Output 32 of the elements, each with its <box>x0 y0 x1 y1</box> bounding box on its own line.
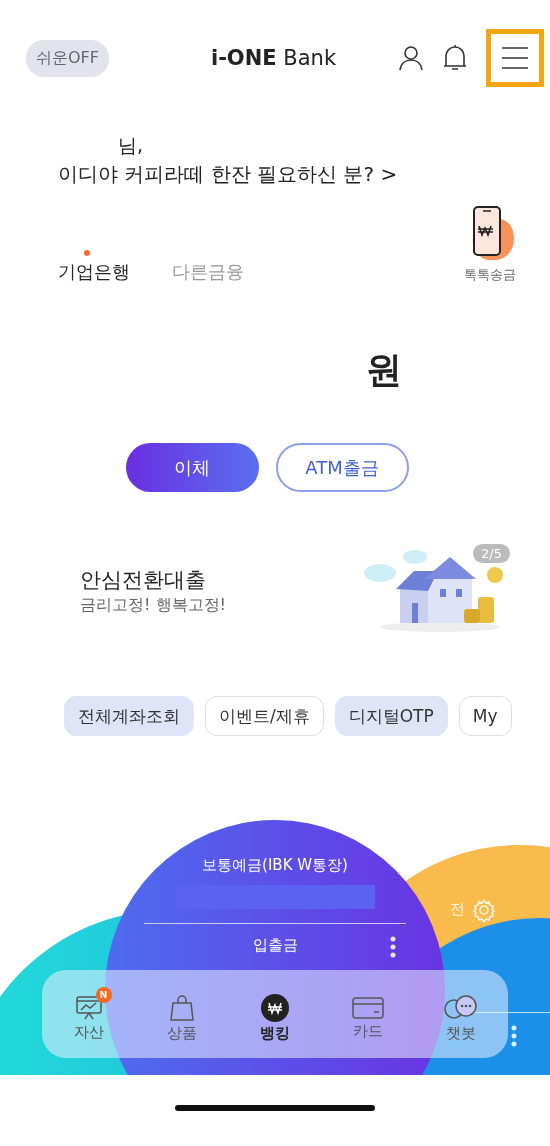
shortcut-chip[interactable]: My <box>458 696 512 736</box>
quick-transfer-button[interactable]: 톡톡송금 <box>464 204 516 284</box>
account-type: 입출금 <box>252 936 298 955</box>
atm-withdraw-button[interactable]: ATM출금 <box>275 443 409 492</box>
customer-name-suffix: 님, <box>118 133 145 158</box>
nav-tab[interactable]: 카드 <box>333 987 404 1041</box>
credit-card-icon <box>352 995 385 1020</box>
balance-amount: 원 <box>365 348 402 392</box>
shopping-bag-icon <box>168 993 195 1022</box>
shortcut-chip[interactable]: 디지털OTP <box>334 696 448 736</box>
card-label: 전 <box>450 900 465 919</box>
menu-icon[interactable] <box>486 29 544 87</box>
more-icon[interactable] <box>511 1025 517 1047</box>
promo-headline-link[interactable]: 이디야 커피라떼 한잔 필요하신 분? > <box>58 158 550 190</box>
nav-tab[interactable]: 상품 <box>146 985 217 1043</box>
nav-tab[interactable]: 뱅킹 <box>239 985 310 1043</box>
easy-mode-toggle[interactable]: 쉬운OFF <box>26 39 109 77</box>
profile-icon[interactable] <box>398 45 424 71</box>
banner-title: 안심전환대출 <box>80 566 207 594</box>
bank-tab[interactable]: 기업은행 <box>58 250 130 284</box>
shortcut-chip[interactable]: 이벤트/제휴 <box>205 696 324 736</box>
chat-bubbles-icon <box>443 993 480 1022</box>
account-name: 보통예금(IBK W통장) <box>202 856 348 875</box>
notification-bell-icon[interactable] <box>442 44 468 72</box>
page-indicator: 2/5 <box>473 544 510 563</box>
shortcut-chip[interactable]: 전체계좌조회 <box>64 696 194 736</box>
bank-logo: i-ONE Bank <box>209 46 338 70</box>
banner-subtitle: 금리고정! 행복고정! <box>80 594 227 616</box>
won-coin-icon <box>260 993 289 1022</box>
more-icon[interactable] <box>390 936 396 958</box>
promo-banner[interactable]: 안심전환대출 금리고정! 행복고정! 2/5 <box>80 540 510 640</box>
transfer-button[interactable]: 이체 <box>125 443 259 492</box>
